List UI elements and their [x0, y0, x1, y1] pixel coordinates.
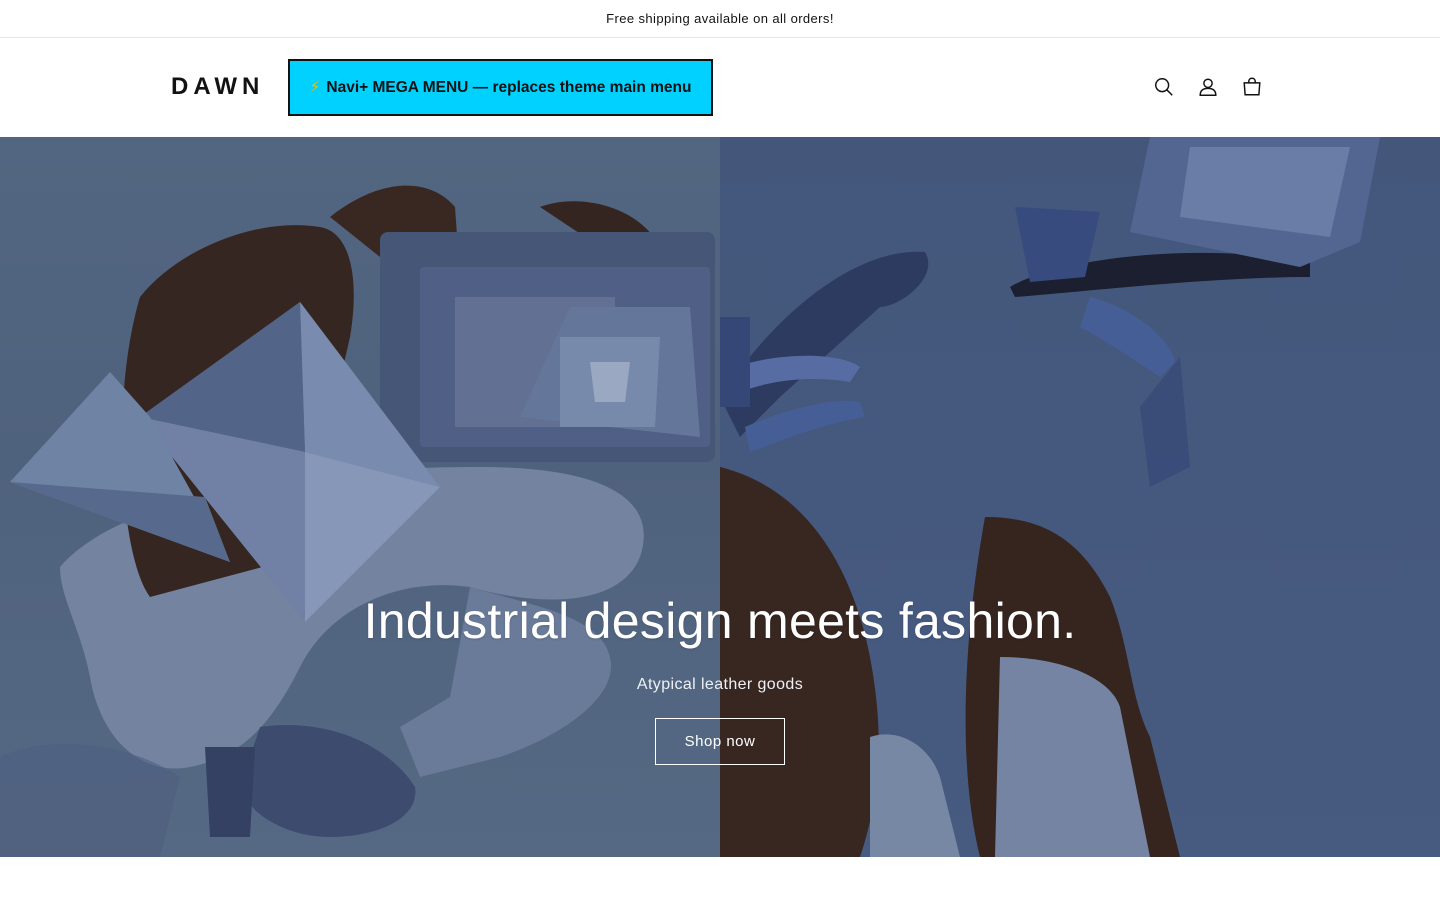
hero-banner: Industrial design meets fashion. Atypica… — [0, 137, 1440, 857]
store-logo[interactable]: DAWN — [171, 73, 264, 101]
lightning-bolt-icon: ⚡ — [309, 79, 321, 96]
hero-subtitle: Atypical leather goods — [636, 676, 804, 693]
announcement-bar: Free shipping available on all orders! — [0, 0, 1440, 38]
search-button[interactable] — [1142, 65, 1186, 109]
account-button[interactable] — [1186, 65, 1230, 109]
site-header: DAWN ⚡ Navi+ MEGA MENU — replaces theme … — [0, 39, 1440, 136]
cart-button[interactable] — [1230, 65, 1274, 109]
hero-title: Industrial design meets fashion. — [363, 593, 1077, 649]
header-icons — [1142, 65, 1274, 109]
announcement-text: Free shipping available on all orders! — [606, 11, 834, 26]
hero-content: Industrial design meets fashion. Atypica… — [0, 592, 1440, 765]
shop-now-button[interactable]: Shop now — [655, 718, 785, 765]
search-icon — [1155, 78, 1173, 96]
mega-menu-button[interactable]: ⚡ Navi+ MEGA MENU — replaces theme main … — [288, 59, 713, 116]
cart-icon — [1243, 77, 1261, 96]
account-icon — [1199, 78, 1217, 96]
mega-menu-label: Navi+ MEGA MENU — replaces theme main me… — [326, 78, 692, 96]
